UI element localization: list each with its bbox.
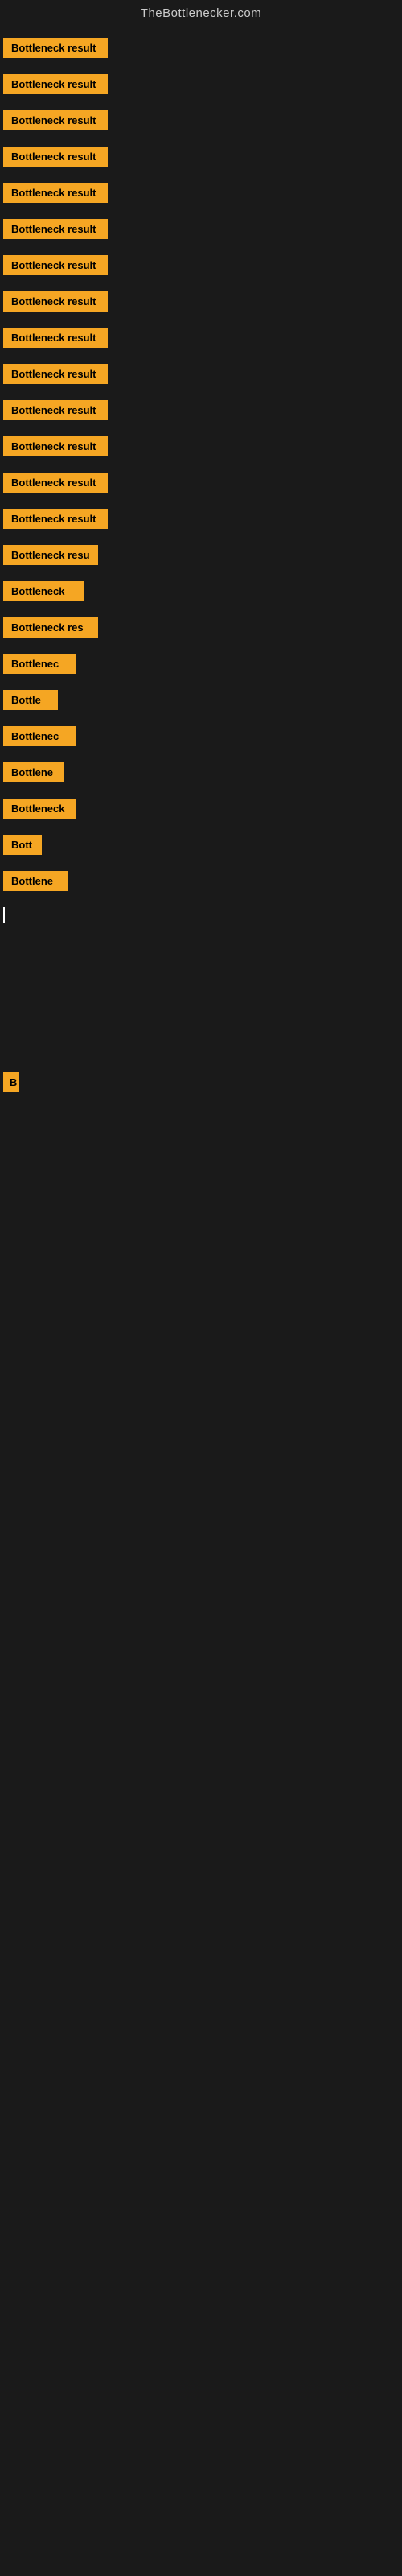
- bottleneck-item-4: Bottleneck result: [3, 175, 399, 211]
- bottleneck-badge-9: Bottleneck result: [3, 364, 108, 384]
- site-header: TheBottlenecker.com: [0, 0, 402, 30]
- bottleneck-item-17: Bottlenec: [3, 646, 399, 682]
- cursor-line-item: [0, 899, 402, 935]
- bottleneck-badge-2: Bottleneck result: [3, 110, 108, 130]
- bottleneck-badge-3: Bottleneck result: [3, 147, 108, 167]
- bottleneck-item-3: Bottleneck result: [3, 138, 399, 175]
- bottleneck-item-23: Bottlene: [3, 863, 399, 899]
- bottleneck-badge-0: Bottleneck result: [3, 38, 108, 58]
- bottleneck-badge-12: Bottleneck result: [3, 473, 108, 493]
- bottleneck-list: Bottleneck result Bottleneck result Bottle…: [0, 30, 402, 899]
- bottleneck-badge-16: Bottleneck res: [3, 617, 98, 638]
- bottleneck-badge-13: Bottleneck result: [3, 509, 108, 529]
- bottleneck-item-11: Bottleneck result: [3, 428, 399, 464]
- bottleneck-item-20: Bottlene: [3, 754, 399, 791]
- bottleneck-item-15: Bottleneck: [3, 573, 399, 609]
- bottleneck-badge-22: Bott: [3, 835, 42, 855]
- bottleneck-item-5: Bottleneck result: [3, 211, 399, 247]
- bottleneck-item-6: Bottleneck result: [3, 247, 399, 283]
- bottleneck-item-7: Bottleneck result: [3, 283, 399, 320]
- bottleneck-badge-18: Bottle: [3, 690, 58, 710]
- bottleneck-badge-10: Bottleneck result: [3, 400, 108, 420]
- bottleneck-item-22: Bott: [3, 827, 399, 863]
- bottleneck-badge-19: Bottlenec: [3, 726, 76, 746]
- lone-b-badge: B: [3, 1072, 19, 1092]
- bottleneck-item-1: Bottleneck result: [3, 66, 399, 102]
- empty-space-1: [0, 935, 402, 1064]
- bottleneck-item-9: Bottleneck result: [3, 356, 399, 392]
- lone-b-item: B: [0, 1064, 402, 1100]
- bottleneck-badge-1: Bottleneck result: [3, 74, 108, 94]
- bottleneck-badge-11: Bottleneck result: [3, 436, 108, 456]
- bottleneck-badge-6: Bottleneck result: [3, 255, 108, 275]
- bottleneck-item-0: Bottleneck result: [3, 30, 399, 66]
- bottleneck-item-19: Bottlenec: [3, 718, 399, 754]
- bottleneck-item-13: Bottleneck result: [3, 501, 399, 537]
- bottleneck-item-14: Bottleneck resu: [3, 537, 399, 573]
- bottleneck-badge-21: Bottleneck: [3, 799, 76, 819]
- bottleneck-item-10: Bottleneck result: [3, 392, 399, 428]
- bottleneck-item-2: Bottleneck result: [3, 102, 399, 138]
- bottleneck-badge-15: Bottleneck: [3, 581, 84, 601]
- page-wrapper: TheBottlenecker.com Bottleneck resultBot…: [0, 0, 402, 1825]
- bottleneck-item-21: Bottleneck: [3, 791, 399, 827]
- bottleneck-badge-8: Bottleneck result: [3, 328, 108, 348]
- bottleneck-badge-5: Bottleneck result: [3, 219, 108, 239]
- bottleneck-item-12: Bottleneck result: [3, 464, 399, 501]
- site-title: TheBottlenecker.com: [141, 6, 261, 20]
- bottleneck-badge-17: Bottlenec: [3, 654, 76, 674]
- bottleneck-item-16: Bottleneck res: [3, 609, 399, 646]
- bottleneck-badge-23: Bottlene: [3, 871, 68, 891]
- empty-space-2: [0, 1100, 402, 1342]
- empty-space-3: [0, 1342, 402, 1583]
- bottleneck-badge-20: Bottlene: [3, 762, 64, 782]
- bottleneck-badge-14: Bottleneck resu: [3, 545, 98, 565]
- text-cursor: [3, 907, 5, 923]
- bottleneck-item-8: Bottleneck result: [3, 320, 399, 356]
- empty-space-4: [0, 1583, 402, 1825]
- bottleneck-badge-4: Bottleneck result: [3, 183, 108, 203]
- bottleneck-item-18: Bottle: [3, 682, 399, 718]
- lone-b-text: B: [10, 1076, 17, 1088]
- bottleneck-badge-7: Bottleneck result: [3, 291, 108, 312]
